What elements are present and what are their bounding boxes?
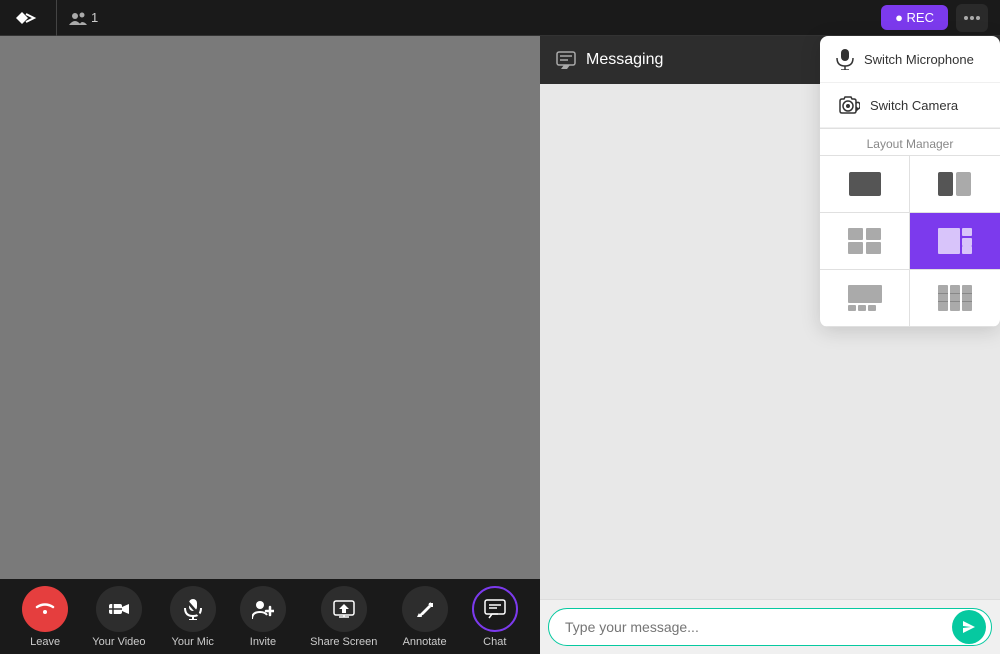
dropdown-menu: Switch Microphone Switch Camera Layout M… — [820, 36, 1000, 327]
leave-label: Leave — [30, 636, 60, 648]
more-button[interactable] — [956, 4, 988, 32]
record-button[interactable]: ● REC — [881, 5, 948, 30]
switch-camera-label: Switch Camera — [870, 98, 958, 113]
participants-number: 1 — [91, 10, 98, 25]
layout-grid-2x2[interactable] — [820, 213, 910, 270]
video-icon — [96, 586, 142, 632]
chat-icon — [472, 586, 518, 632]
top-bar: 1 ● REC — [0, 0, 1000, 36]
layout-options-grid — [820, 156, 1000, 327]
sidebar-title: Messaging — [586, 51, 663, 69]
layout-manager-label: Layout Manager — [820, 128, 1000, 156]
video-button[interactable]: Your Video — [92, 586, 145, 648]
switch-microphone-item[interactable]: Switch Microphone — [820, 36, 1000, 83]
layout-filmstrip[interactable] — [820, 270, 910, 327]
invite-icon — [240, 586, 286, 632]
top-bar-right: ● REC — [881, 4, 988, 32]
invite-button[interactable]: Invite — [240, 586, 286, 648]
message-input-wrapper — [548, 608, 992, 646]
bottom-toolbar: Leave Your Video Your Mic — [0, 579, 540, 654]
chat-button[interactable]: Chat — [472, 586, 518, 648]
participants-count: 1 — [69, 10, 98, 25]
layout-side-by-side[interactable] — [910, 156, 1000, 213]
chat-label: Chat — [483, 636, 506, 648]
share-screen-icon — [321, 586, 367, 632]
layout-single[interactable] — [820, 156, 910, 213]
top-bar-divider — [56, 0, 57, 36]
app-logo — [12, 6, 44, 30]
layout-three-col[interactable] — [910, 270, 1000, 327]
layout-sidebar[interactable] — [910, 213, 1000, 270]
share-screen-button[interactable]: Share Screen — [310, 586, 377, 648]
leave-button[interactable]: Leave — [22, 586, 68, 648]
invite-label: Invite — [250, 636, 276, 648]
annotate-button[interactable]: Annotate — [402, 586, 448, 648]
annotate-label: Annotate — [403, 636, 447, 648]
annotate-icon — [402, 586, 448, 632]
video-label: Your Video — [92, 636, 145, 648]
switch-camera-item[interactable]: Switch Camera — [820, 83, 1000, 128]
main-video-area — [0, 36, 540, 579]
message-input[interactable] — [548, 608, 992, 646]
mic-label: Your Mic — [172, 636, 214, 648]
mic-button[interactable]: Your Mic — [170, 586, 216, 648]
send-button[interactable] — [952, 610, 986, 644]
chat-input-area — [540, 599, 1000, 654]
mic-icon — [170, 586, 216, 632]
share-screen-label: Share Screen — [310, 636, 377, 648]
leave-icon — [22, 586, 68, 632]
switch-microphone-label: Switch Microphone — [864, 52, 974, 67]
